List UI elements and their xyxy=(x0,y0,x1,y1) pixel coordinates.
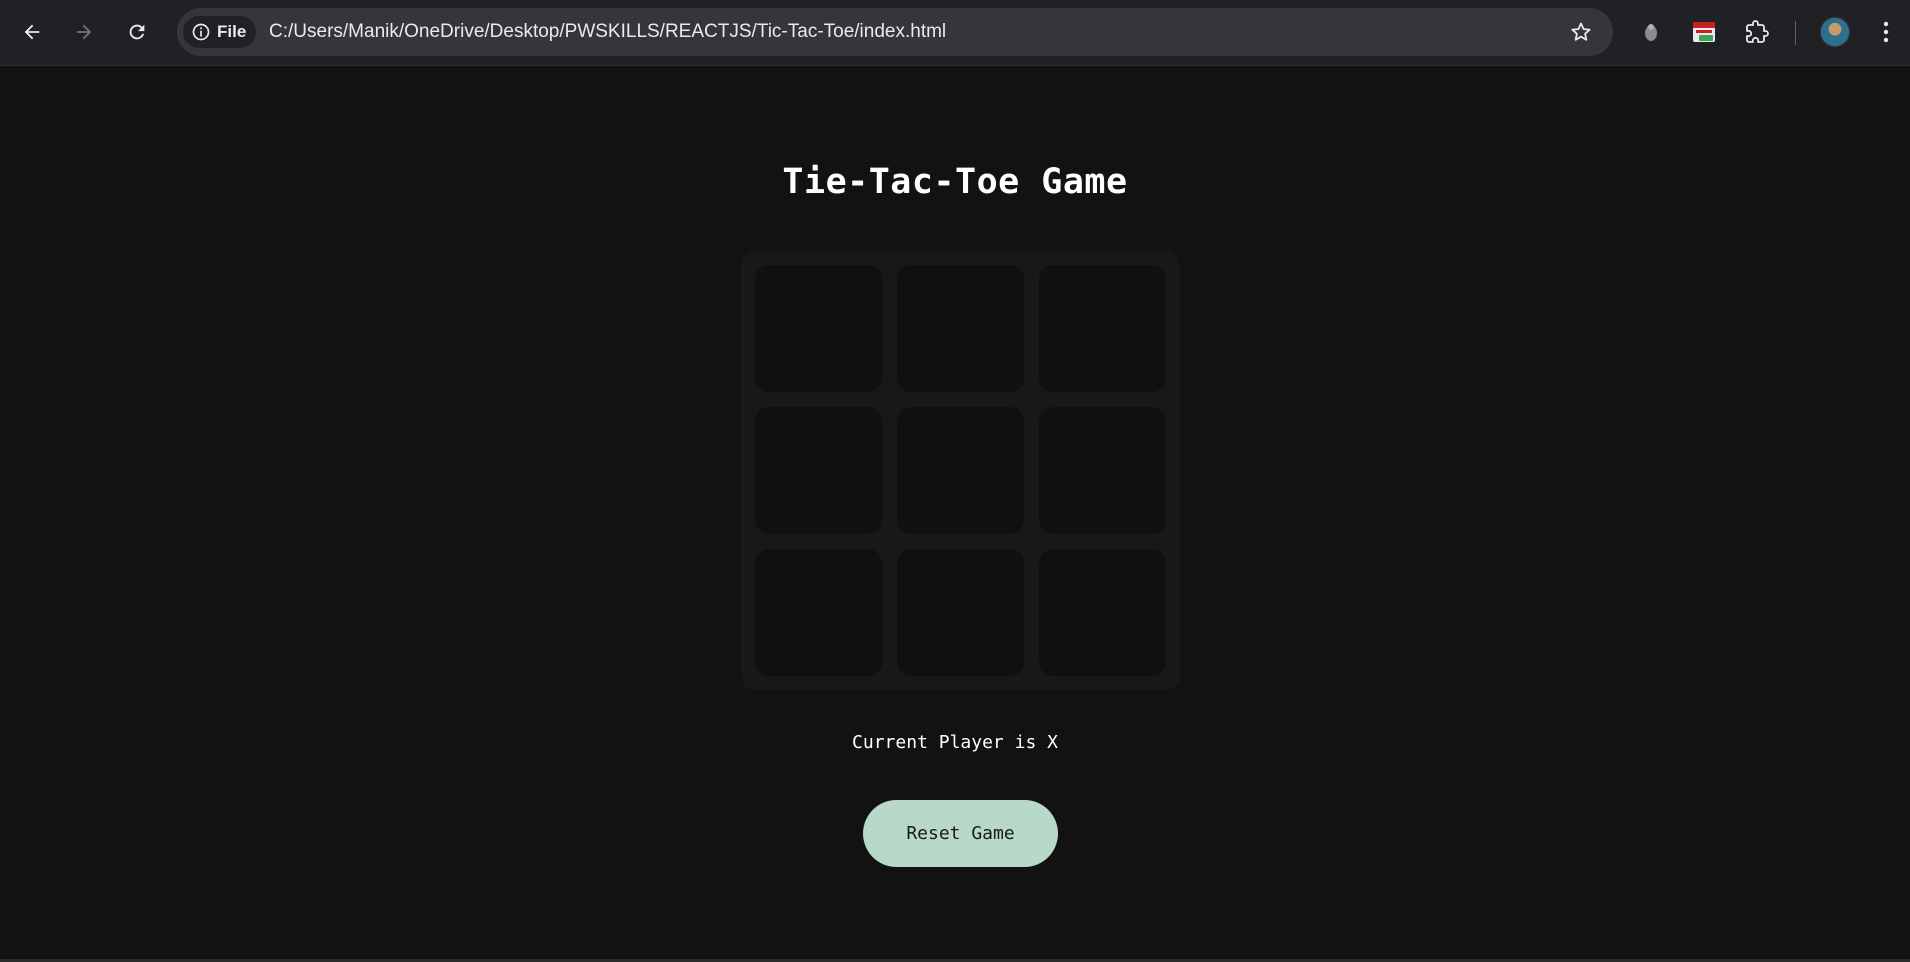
reset-game-button[interactable]: Reset Game xyxy=(863,800,1058,867)
board-cell-8[interactable] xyxy=(897,549,1024,676)
board-cell-5[interactable] xyxy=(897,407,1024,534)
page-title: Tie-Tac-Toe Game xyxy=(782,162,1128,202)
page-content: Tie-Tac-Toe Game Current Player is X Res… xyxy=(0,66,1910,959)
star-icon[interactable] xyxy=(1569,20,1593,44)
back-button[interactable] xyxy=(14,14,50,50)
arrow-right-icon xyxy=(76,24,92,40)
current-player-status: Current Player is X xyxy=(852,732,1058,753)
board-cell-6[interactable] xyxy=(1039,407,1166,534)
reload-button[interactable] xyxy=(119,14,155,50)
puzzle-extensions-icon[interactable] xyxy=(1743,18,1771,46)
board-cell-3[interactable] xyxy=(1039,265,1166,392)
board-cell-4[interactable] xyxy=(755,407,882,534)
info-icon xyxy=(192,23,210,41)
browser-toolbar: File C:/Users/Manik/OneDrive/Desktop/PWS… xyxy=(0,0,1910,66)
board-cell-2[interactable] xyxy=(897,265,1024,392)
board-cell-7[interactable] xyxy=(755,549,882,676)
arrow-left-icon xyxy=(24,24,40,40)
profile-avatar[interactable] xyxy=(1820,17,1850,47)
forward-button[interactable] xyxy=(66,14,102,50)
board-cell-1[interactable] xyxy=(755,265,882,392)
extension-2-icon[interactable] xyxy=(1690,18,1718,46)
site-info-chip[interactable]: File xyxy=(183,16,257,48)
kebab-menu-icon[interactable] xyxy=(1872,18,1900,46)
url-text[interactable]: C:/Users/Manik/OneDrive/Desktop/PWSKILLS… xyxy=(269,8,946,56)
reload-icon xyxy=(129,24,145,40)
extension-1-icon[interactable] xyxy=(1637,18,1665,46)
site-info-label: File xyxy=(217,22,247,41)
toolbar-divider xyxy=(1795,21,1796,45)
board-cell-9[interactable] xyxy=(1039,549,1166,676)
address-bar[interactable]: File C:/Users/Manik/OneDrive/Desktop/PWS… xyxy=(177,8,1613,56)
game-board xyxy=(741,251,1180,690)
